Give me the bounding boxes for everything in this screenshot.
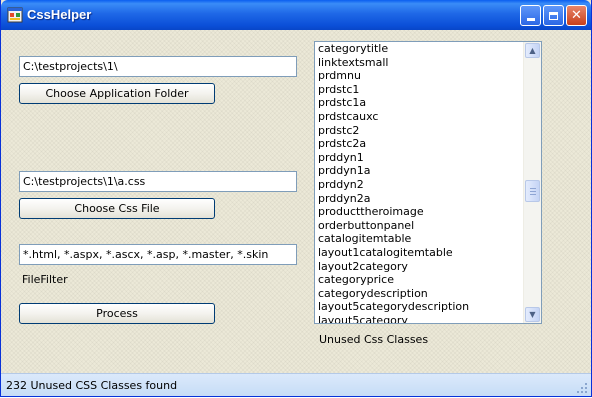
close-button[interactable]: ✕ — [566, 5, 587, 26]
thumb-grip-icon — [530, 188, 536, 189]
list-item[interactable]: linktextsmall — [315, 56, 522, 70]
scroll-up-button[interactable]: ▲ — [525, 43, 540, 58]
maximize-button[interactable] — [543, 5, 564, 26]
choose-app-folder-button[interactable]: Choose Application Folder — [19, 83, 215, 104]
list-item[interactable]: categorydescription — [315, 287, 522, 301]
minimize-icon — [526, 18, 535, 21]
list-item[interactable]: orderbuttonpanel — [315, 219, 522, 233]
list-item[interactable]: layout5category — [315, 314, 522, 323]
unused-classes-listbox[interactable]: categorytitle linktextsmall prdmnu prdstc1 p… — [314, 41, 542, 324]
list-item[interactable]: categoryprice — [315, 273, 522, 287]
window-title: CssHelper — [27, 7, 92, 22]
unused-classes-list: categorytitle linktextsmall prdmnu prdstc1 p… — [315, 42, 522, 323]
css-file-input[interactable]: C:\testprojects\1\a.css — [19, 171, 297, 192]
unused-classes-label: Unused Css Classes — [319, 333, 429, 346]
chevron-down-icon: ▼ — [529, 310, 536, 319]
file-filter-input[interactable]: *.html, *.aspx, *.ascx, *.asp, *.master,… — [19, 244, 297, 265]
resize-grip-icon[interactable] — [576, 382, 588, 394]
list-item[interactable]: producttheroimage — [315, 205, 522, 219]
process-button[interactable]: Process — [19, 303, 215, 324]
list-item[interactable]: prdmnu — [315, 69, 522, 83]
list-item[interactable]: layout1catalogitemtable — [315, 246, 522, 260]
list-item[interactable]: layout2category — [315, 260, 522, 274]
status-bar: 232 Unused CSS Classes found — [1, 373, 591, 396]
chevron-up-icon: ▲ — [529, 46, 536, 55]
file-filter-label: FileFilter — [22, 273, 68, 286]
main-window: CssHelper ✕ C:\testprojects\1\ Choose Ap… — [0, 0, 592, 397]
list-item[interactable]: prdstc1a — [315, 96, 522, 110]
list-item[interactable]: categorytitle — [315, 42, 522, 56]
scrollbar-thumb[interactable] — [525, 180, 540, 202]
list-item[interactable]: prdstc2a — [315, 137, 522, 151]
list-item[interactable]: prdstcauxc — [315, 110, 522, 124]
title-bar[interactable]: CssHelper ✕ — [1, 0, 591, 30]
scroll-down-button[interactable]: ▼ — [525, 307, 540, 322]
vertical-scrollbar[interactable]: ▲ ▼ — [523, 42, 541, 323]
list-item[interactable]: prddyn2a — [315, 192, 522, 206]
list-item[interactable]: prddyn1a — [315, 164, 522, 178]
app-window-icon — [7, 7, 23, 23]
list-item[interactable]: prdstc1 — [315, 83, 522, 97]
list-item[interactable]: layout5categorydescription — [315, 300, 522, 314]
list-item[interactable]: catalogitemtable — [315, 232, 522, 246]
list-item[interactable]: prddyn2 — [315, 178, 522, 192]
list-item[interactable]: prddyn1 — [315, 151, 522, 165]
choose-css-file-button[interactable]: Choose Css File — [19, 198, 215, 219]
status-text: 232 Unused CSS Classes found — [6, 379, 178, 392]
close-icon: ✕ — [571, 8, 582, 23]
minimize-button[interactable] — [520, 5, 541, 26]
maximize-icon — [549, 11, 558, 20]
list-item[interactable]: prdstc2 — [315, 124, 522, 138]
app-folder-input[interactable]: C:\testprojects\1\ — [19, 56, 297, 77]
